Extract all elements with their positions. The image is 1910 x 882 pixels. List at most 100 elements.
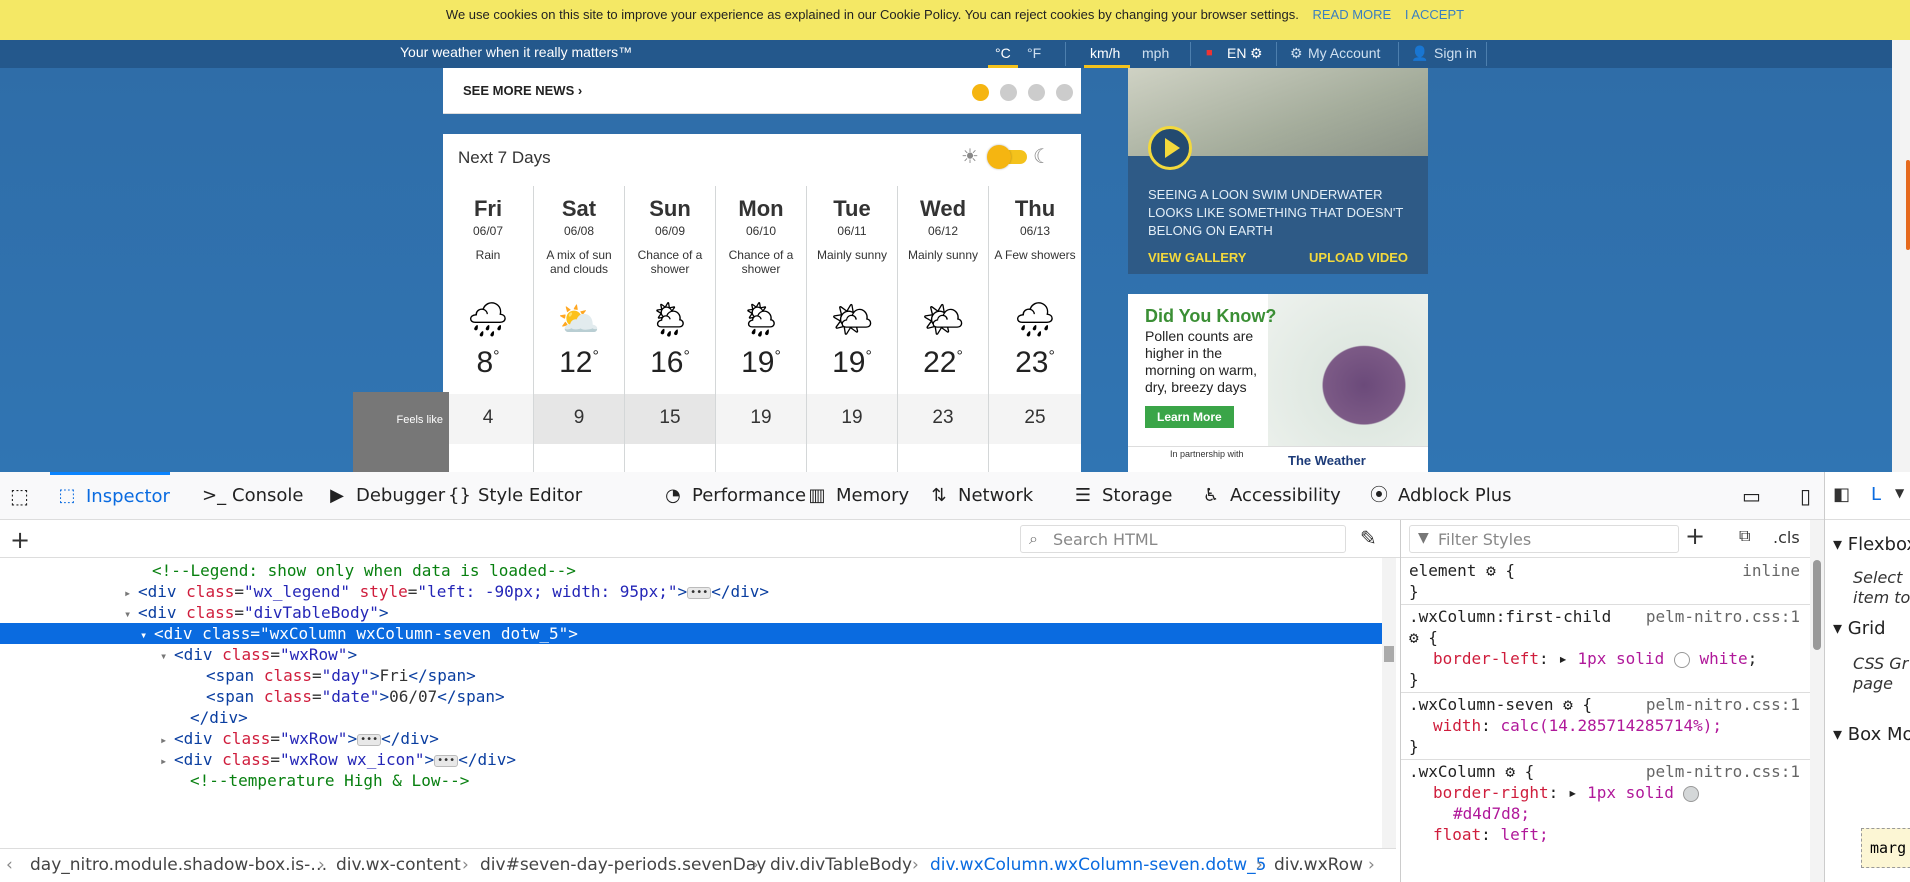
forecast-day-column[interactable]: Fri 06/07 Rain 🌧 8° 4 <box>443 186 534 472</box>
markup-scrollbar[interactable] <box>1382 558 1396 848</box>
unit-kmh[interactable]: km/h <box>1090 45 1120 61</box>
markup-scrollbar-thumb[interactable] <box>1384 646 1394 662</box>
color-swatch[interactable] <box>1673 651 1690 668</box>
collapsed-ellipsis[interactable]: ••• <box>687 586 712 599</box>
forecast-day-column[interactable]: Mon 06/10 Chance of a shower 🌦 19° 19 <box>716 186 807 472</box>
element-picker-icon[interactable]: ⬚ <box>10 484 29 508</box>
search-html-field[interactable]: ⌕ <box>1020 525 1346 553</box>
breadcrumb-item[interactable]: div.wx-content <box>336 849 461 881</box>
view-gallery-link[interactable]: VIEW GALLERY <box>1148 250 1246 265</box>
tab-console[interactable]: >_ Console <box>196 472 303 520</box>
rule-source[interactable]: pelm-nitro.css:1 <box>1646 606 1800 627</box>
tab-network[interactable]: ⇅ Network <box>922 472 1033 520</box>
breadcrumb-item[interactable]: div.wxColumn.wxColumn-seven.dotw_5 <box>930 849 1266 881</box>
gear-icon[interactable]: ⚙ <box>1505 762 1515 781</box>
grid-section[interactable]: ▾ Grid <box>1833 618 1886 639</box>
unit-fahrenheit[interactable]: °F <box>1027 45 1041 61</box>
box-model-section[interactable]: ▾ Box Mo <box>1833 724 1910 745</box>
markup-node[interactable]: ▸ <div class="wx_legend" style="left: -90… <box>0 581 1382 602</box>
sidebar-toggle-icon[interactable]: ◧ <box>1833 484 1850 505</box>
tab-accessibility[interactable]: ♿ Accessibility <box>1194 472 1341 520</box>
collapse-icon[interactable]: ▾ <box>160 646 174 667</box>
gear-icon[interactable]: ⚙ <box>1486 561 1496 580</box>
tab-memory[interactable]: ▥ Memory <box>800 472 909 520</box>
dock-icon[interactable]: ▭ <box>1742 484 1761 508</box>
rules-scrollbar[interactable] <box>1810 520 1824 882</box>
learn-more-button[interactable]: Learn More <box>1145 406 1234 428</box>
upload-video-link[interactable]: UPLOAD VIDEO <box>1309 250 1408 265</box>
tab-debugger[interactable]: ▶ Debugger <box>320 472 445 520</box>
search-html-input[interactable] <box>1053 530 1333 549</box>
rule-declaration[interactable]: border-right: ▸ 1px solid <box>1433 782 1700 803</box>
expand-icon[interactable]: ▸ <box>124 583 138 604</box>
tab-layout[interactable]: L <box>1871 484 1881 505</box>
markup-node[interactable]: ▾ <div class="wxRow"> <box>0 644 1382 665</box>
toggle-knob[interactable] <box>987 145 1011 169</box>
see-more-news-link[interactable]: SEE MORE NEWS › <box>463 83 582 98</box>
cls-toggle[interactable]: .cls <box>1773 528 1800 547</box>
forecast-day-column[interactable]: Sat 06/08 A mix of sun and clouds ⛅ 12° … <box>534 186 625 472</box>
rule-selector-first-child[interactable]: .wxColumn:first-child <box>1409 606 1611 627</box>
rule-source[interactable]: pelm-nitro.css:1 <box>1646 761 1800 782</box>
sign-in-link[interactable]: Sign in <box>1434 45 1477 61</box>
carousel-dot[interactable] <box>1000 84 1017 101</box>
markup-node[interactable]: ▾ <div class="divTableBody"> <box>0 602 1382 623</box>
filter-styles-input[interactable] <box>1438 530 1668 549</box>
collapse-icon[interactable]: ▾ <box>140 625 154 646</box>
expand-icon[interactable]: ▸ <box>160 730 174 751</box>
color-swatch[interactable] <box>1683 785 1700 802</box>
markup-comment[interactable]: <!--Legend: show only when data is loade… <box>0 560 1382 581</box>
accept-cookies-link[interactable]: I ACCEPT <box>1405 7 1464 22</box>
read-more-link[interactable]: READ MORE <box>1312 7 1391 22</box>
tab-style-editor[interactable]: {} Style Editor <box>442 472 582 520</box>
collapse-icon[interactable]: ▾ <box>124 604 138 625</box>
carousel-dot[interactable] <box>1028 84 1045 101</box>
markup-comment[interactable]: <!--temperature High & Low--> <box>0 770 1382 791</box>
forecast-day-column[interactable]: Sun 06/09 Chance of a shower 🌦 16° 15 <box>625 186 716 472</box>
carousel-dot-active[interactable] <box>972 84 989 101</box>
gear-icon[interactable]: ⚙ <box>1250 45 1263 62</box>
carousel-dot[interactable] <box>1056 84 1073 101</box>
forecast-day-column[interactable]: Wed 06/12 Mainly sunny 🌤 22° 23 <box>898 186 989 472</box>
markup-node[interactable]: ▸ <div class="wxRow"> ••• </div> <box>0 728 1382 749</box>
tab-dropdown-icon[interactable]: ▼ <box>1895 486 1904 500</box>
unit-mph[interactable]: mph <box>1142 45 1169 61</box>
video-caption[interactable]: Seeing a loon swim underwater looks like… <box>1148 186 1408 240</box>
responsive-mode-icon[interactable]: ▯ <box>1800 484 1811 508</box>
markup-node[interactable]: ▸ <div class="wxRow wx_icon"> ••• </div> <box>0 749 1382 770</box>
markup-node[interactable]: </div> <box>0 707 1382 728</box>
add-rule-icon[interactable]: + <box>1685 522 1705 550</box>
play-icon[interactable] <box>1148 126 1192 170</box>
print-media-icon[interactable]: ⧉ <box>1739 526 1750 546</box>
tab-performance[interactable]: ◔ Performance <box>656 472 806 520</box>
tab-adblock-plus[interactable]: ⦿ Adblock Plus <box>1362 472 1512 520</box>
breadcrumb-next-icon[interactable]: › <box>1368 849 1375 881</box>
unit-celsius[interactable]: °C <box>995 45 1011 61</box>
forecast-day-column[interactable]: Tue 06/11 Mainly sunny 🌤 19° 19 <box>807 186 898 472</box>
tab-storage[interactable]: ☰ Storage <box>1066 472 1173 520</box>
day-night-toggle[interactable]: ☀ ☾ <box>961 144 1051 169</box>
rule-source[interactable]: pelm-nitro.css:1 <box>1646 694 1800 715</box>
rule-declaration[interactable]: width: calc(14.285714285714%); <box>1433 715 1722 736</box>
rules-scrollbar-thumb[interactable] <box>1813 560 1821 650</box>
markup-node[interactable]: <span class="date">06/07</span> <box>0 686 1382 707</box>
collapsed-ellipsis[interactable]: ••• <box>357 733 382 746</box>
gear-icon[interactable]: ⚙ <box>1563 695 1573 714</box>
page-scrollbar[interactable] <box>1892 40 1910 472</box>
my-account-link[interactable]: My Account <box>1308 45 1380 61</box>
markup-node-selected[interactable]: ▾ <div class="wxColumn wxColumn-seven dot… <box>0 623 1382 644</box>
eyedropper-icon[interactable]: ✎ <box>1360 526 1377 550</box>
breadcrumb-item[interactable]: div.divTableBody <box>770 849 912 881</box>
language-selector[interactable]: EN <box>1227 45 1246 61</box>
page-scrollbar-thumb[interactable] <box>1906 160 1910 250</box>
add-node-icon[interactable]: + <box>10 526 30 554</box>
rule-declaration[interactable]: border-left: ▸ 1px solid white; <box>1433 648 1757 669</box>
rule-declaration[interactable]: float: left; <box>1433 824 1549 845</box>
breadcrumb-item[interactable]: div#seven-day-periods.sevenDay <box>480 849 766 881</box>
tab-inspector[interactable]: ⬚ Inspector <box>50 472 170 520</box>
breadcrumb-prev-icon[interactable]: ‹ <box>6 849 13 881</box>
collapsed-ellipsis[interactable]: ••• <box>434 754 459 767</box>
markup-node[interactable]: <span class="day">Fri</span> <box>0 665 1382 686</box>
forecast-day-column[interactable]: Thu 06/13 A Few showers 🌧 23° 25 <box>989 186 1081 472</box>
flexbox-section[interactable]: ▾ Flexbox <box>1833 534 1910 555</box>
